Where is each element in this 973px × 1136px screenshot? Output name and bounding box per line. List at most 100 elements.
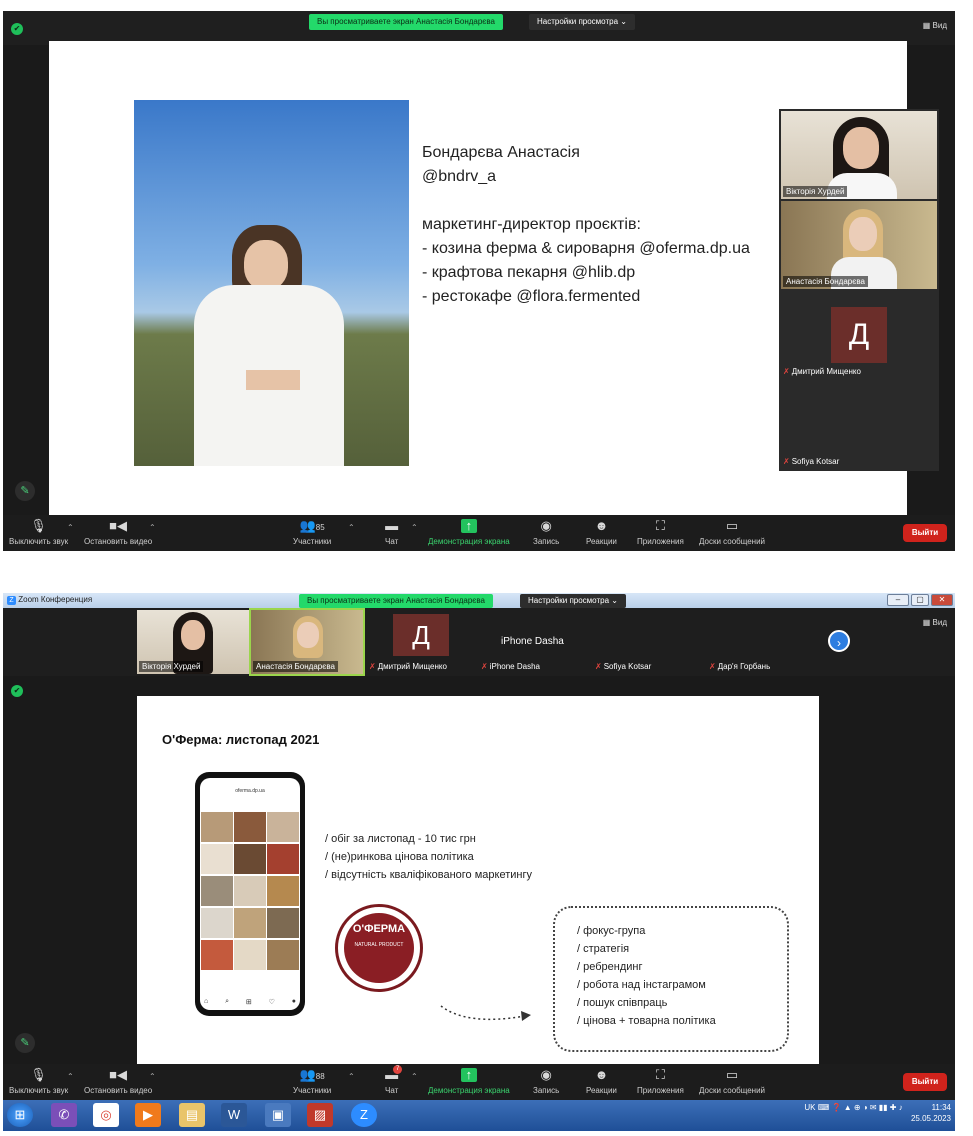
participants-button[interactable]: 👥85 Участники bbox=[293, 518, 331, 547]
maximize-button[interactable]: ▢ bbox=[911, 594, 929, 606]
feed-photo bbox=[201, 812, 233, 842]
whiteboards-button[interactable]: ▭ Доски сообщений bbox=[699, 519, 765, 547]
apps-button[interactable]: ⛶ Приложения bbox=[637, 1067, 684, 1096]
leave-button[interactable]: Выйти bbox=[903, 1073, 947, 1091]
tile-face bbox=[843, 127, 879, 169]
whiteboards-label: Доски сообщений bbox=[699, 1086, 766, 1095]
avatar: Д bbox=[831, 307, 887, 363]
chat-button[interactable]: ▬ 7 Чат bbox=[385, 1065, 403, 1095]
close-button[interactable]: ✕ bbox=[931, 594, 953, 606]
chrome-icon[interactable]: ◎ bbox=[93, 1103, 119, 1127]
word-icon[interactable]: W bbox=[221, 1103, 247, 1127]
apps-button[interactable]: ⛶ Приложения bbox=[637, 519, 684, 547]
mute-label: Выключить звук bbox=[9, 1086, 69, 1095]
meeting-toolbar: 🎙 Выключить звук ⌃ ■◀ Остановить видео ⌃ 👥… bbox=[3, 1064, 955, 1100]
participant-name-row: ✗ Sofiya Kotsar bbox=[595, 662, 651, 671]
participant-name: iPhone Dasha bbox=[489, 662, 540, 671]
bio-name: Бондарєва Анастасія bbox=[422, 144, 580, 161]
chevron-up-icon[interactable]: ⌃ bbox=[348, 523, 355, 532]
chevron-up-icon[interactable]: ⌃ bbox=[149, 523, 156, 532]
mic-muted-icon: ✗ bbox=[783, 367, 790, 376]
record-button[interactable]: ◉ Запись bbox=[533, 1068, 559, 1096]
feed-photo bbox=[201, 844, 233, 874]
view-options-button[interactable]: Настройки просмотра ⌄ bbox=[520, 594, 626, 608]
share-screen-button[interactable]: ↑ Демонстрация экрана bbox=[428, 1068, 510, 1096]
photo-face bbox=[244, 240, 288, 290]
pencil-icon[interactable]: ✎ bbox=[15, 1033, 35, 1053]
bio-project-3: - рестокафе @flora.fermented bbox=[422, 288, 641, 305]
logo-sub: NATURAL PRODUCT bbox=[354, 942, 404, 948]
reactions-button[interactable]: ☻ Реакции bbox=[586, 519, 617, 547]
share-label: Демонстрация экрана bbox=[428, 1086, 510, 1095]
folder-icon[interactable]: ▤ bbox=[179, 1103, 205, 1127]
photo-waist bbox=[246, 370, 300, 390]
view-options-button[interactable]: Настройки просмотра ⌄ bbox=[529, 14, 635, 30]
clock[interactable]: 11:34 25.05.2023 bbox=[911, 1102, 951, 1124]
people-icon: 👥85 bbox=[299, 518, 325, 533]
zoom-taskbar-icon[interactable]: Z bbox=[351, 1103, 377, 1127]
chevron-up-icon[interactable]: ⌃ bbox=[67, 523, 74, 532]
shield-icon[interactable]: ✔ bbox=[11, 23, 23, 35]
apps-icon: ⛶ bbox=[655, 1067, 665, 1082]
participant-tile[interactable]: Вікторія Хурдей bbox=[781, 111, 937, 199]
shield-icon[interactable]: ✔ bbox=[11, 685, 23, 697]
tray-icons[interactable]: ⌨ ❓ ▲ ⊕ ◑ ✉ ▮▮ ✚ ♪ bbox=[818, 1103, 903, 1112]
participant-name: Дар'я Горбань bbox=[717, 662, 771, 671]
language-indicator[interactable]: UK bbox=[804, 1103, 815, 1112]
share-icon: ↑ bbox=[460, 1068, 477, 1082]
whiteboard-icon: ▭ bbox=[725, 1067, 739, 1082]
chevron-up-icon[interactable]: ⌃ bbox=[411, 523, 418, 532]
home-icon: ⌂ bbox=[204, 998, 209, 1005]
viber-icon[interactable]: ✆ bbox=[51, 1103, 77, 1127]
participant-tile[interactable]: Вікторія Хурдей bbox=[137, 610, 249, 674]
mute-button[interactable]: 🎙 Выключить звук bbox=[9, 519, 69, 547]
top-bar: ✔ Вы просматриваете экран Анастасія Бонд… bbox=[3, 11, 955, 45]
participant-tile-active[interactable]: Анастасія Бондарєва bbox=[249, 608, 365, 676]
media-player-icon[interactable]: ▶ bbox=[135, 1103, 161, 1127]
problem-item: / обіг за листопад - 10 тис грн bbox=[325, 833, 476, 845]
stop-video-button[interactable]: ■◀ Остановить видео bbox=[84, 1067, 152, 1096]
chevron-up-icon[interactable]: ⌃ bbox=[67, 1072, 74, 1081]
next-icon[interactable]: › bbox=[828, 630, 850, 652]
stop-video-button[interactable]: ■◀ Остановить видео bbox=[84, 519, 152, 547]
chevron-up-icon[interactable]: ⌃ bbox=[411, 1072, 418, 1081]
solution-list: / фокус-група / стратегія / ребрендинг /… bbox=[577, 922, 716, 1030]
view-button[interactable]: ▦ Вид bbox=[923, 21, 947, 30]
reactions-button[interactable]: ☻ Реакции bbox=[586, 1068, 617, 1096]
oferma-logo: О'ФЕРМА NATURAL PRODUCT bbox=[335, 904, 423, 992]
people-icon: 👥88 bbox=[299, 1067, 325, 1082]
mute-label: Выключить звук bbox=[9, 537, 69, 546]
mute-button[interactable]: 🎙 Выключить звук bbox=[9, 1068, 69, 1096]
participant-tile[interactable]: Анастасія Бондарєва bbox=[781, 201, 937, 289]
solution-item: / стратегія bbox=[577, 943, 630, 955]
view-button[interactable]: ▦ Вид bbox=[923, 618, 947, 627]
feed-photo bbox=[267, 844, 299, 874]
chat-button[interactable]: ▬ Чат bbox=[385, 519, 398, 547]
leave-button[interactable]: Выйти bbox=[903, 524, 947, 542]
share-icon: ↑ bbox=[460, 519, 477, 533]
slide-bio-text: Бондарєва Анастасія @bndrv_a маркетинг-д… bbox=[422, 141, 750, 309]
logo-text: О'ФЕРМА bbox=[352, 923, 406, 935]
chevron-up-icon[interactable]: ⌃ bbox=[149, 1072, 156, 1081]
share-screen-button[interactable]: ↑ Демонстрация экрана bbox=[428, 519, 510, 547]
chevron-up-icon[interactable]: ⌃ bbox=[348, 1072, 355, 1081]
powerpoint-icon[interactable]: ▨ bbox=[307, 1103, 333, 1127]
share-banner: Вы просматриваете экран Анастасія Бондар… bbox=[309, 14, 503, 30]
record-button[interactable]: ◉ Запись bbox=[533, 519, 559, 547]
participant-name: Дмитрий Мищенко bbox=[377, 662, 447, 671]
solution-item: / фокус-група bbox=[577, 925, 646, 937]
picture-viewer-icon[interactable]: ▣ bbox=[265, 1103, 291, 1127]
clock-time: 11:34 bbox=[931, 1103, 951, 1112]
view-label: Вид bbox=[932, 21, 947, 30]
dotted-arrow bbox=[440, 1005, 531, 1021]
start-button[interactable]: ⊞ bbox=[7, 1103, 33, 1127]
tile-face bbox=[181, 620, 205, 650]
minimize-button[interactable]: – bbox=[887, 594, 909, 606]
participant-name: Вікторія Хурдей bbox=[139, 661, 204, 672]
pencil-icon[interactable]: ✎ bbox=[15, 481, 35, 501]
mic-muted-icon: ✗ bbox=[481, 662, 488, 671]
participants-button[interactable]: 👥88 Участники bbox=[293, 1067, 331, 1096]
video-icon: ■◀ bbox=[109, 1067, 128, 1082]
zoom-screenshot-2: Z Zoom Конференция Вы просматриваете экр… bbox=[3, 593, 955, 1131]
whiteboards-button[interactable]: ▭ Доски сообщений bbox=[699, 1067, 766, 1096]
